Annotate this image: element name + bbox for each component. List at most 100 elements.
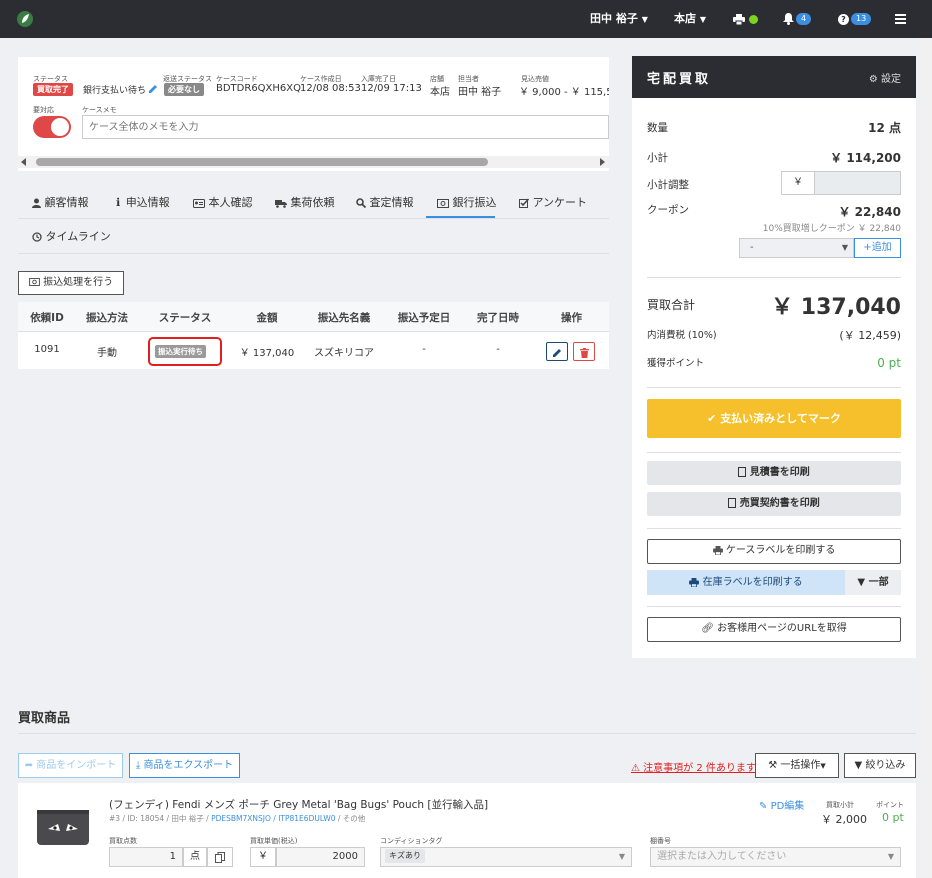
tab-application[interactable]: ℹ 申込情報 — [116, 188, 170, 218]
tab-customer[interactable]: 顧客情報 — [32, 188, 89, 218]
tax-label: 内消費税 (10%) — [647, 330, 717, 341]
bulk-actions-button[interactable]: ⚒ 一括操作▼ — [755, 753, 839, 778]
filter-icon: ▼ — [854, 760, 863, 771]
edit-button[interactable] — [546, 342, 568, 361]
notifications-button[interactable]: 4 — [783, 0, 812, 38]
help-button[interactable]: ? 13 — [838, 0, 872, 38]
coupon-note: 10%買取増しクーポン ￥ 22,840 — [762, 224, 901, 234]
price-yen-addon: ￥ — [250, 847, 276, 867]
price-input[interactable]: 2000 — [276, 847, 365, 867]
memo-label: ケースメモ — [82, 106, 117, 114]
item-subtotal: ￥ 2,000 — [821, 813, 867, 826]
info-icon: ℹ — [116, 196, 121, 209]
tab-timeline[interactable]: タイムライン — [32, 222, 111, 252]
row-completed-at: - — [496, 344, 500, 355]
printer-online-dot — [748, 14, 758, 24]
created-date: 12/08 08:53 — [300, 83, 361, 94]
qty-unit: 点 — [183, 847, 207, 867]
transfer-process-button[interactable]: 振込処理を行う — [18, 271, 124, 295]
staff-value: 田中 裕子 — [458, 87, 502, 98]
partial-filter-button[interactable]: ▼ 一部 — [845, 570, 901, 595]
tab-identity[interactable]: 本人確認 — [193, 188, 253, 218]
coupon-add-button[interactable]: +追加 — [854, 238, 901, 258]
hamburger-menu-icon[interactable] — [895, 0, 906, 38]
tab-survey[interactable]: アンケート — [519, 188, 587, 218]
points-value: 0 pt — [877, 356, 901, 370]
products-section-title: 買取商品 — [18, 711, 71, 726]
scroll-left-icon[interactable] — [21, 158, 26, 166]
item-points: 0 pt — [882, 811, 904, 824]
attention-toggle[interactable] — [33, 116, 71, 138]
copy-button[interactable] — [207, 847, 233, 867]
print-stock-label-button[interactable]: 在庫ラベルを印刷する — [647, 570, 845, 595]
mark-paid-button[interactable]: ✔ 支払い済みとしてマーク — [647, 399, 901, 438]
bell-icon — [783, 13, 794, 25]
get-customer-url-button[interactable]: 🔗︎ お客様用ページのURLを取得 — [647, 617, 901, 642]
case-code: BDTDR6QXH6XQ — [216, 83, 302, 94]
tab-bank-transfer[interactable]: 銀行振込 — [426, 188, 497, 218]
filter-button[interactable]: ▼ 絞り込み — [844, 753, 916, 778]
product-card: (フェンディ) Fendi メンズ ポーチ Grey Metal 'Bag Bu… — [18, 783, 916, 878]
shelf-label: 棚番号 — [650, 837, 671, 845]
transfer-table: 依頼ID 振込方法 ステータス 金額 振込先名義 振込予定日 完了日時 操作 1… — [18, 302, 609, 369]
shelf-select[interactable]: 選択または入力してください ▼ — [650, 847, 901, 867]
points-label: 獲得ポイント — [647, 358, 705, 369]
check-square-icon — [519, 198, 530, 208]
scrollbar-thumb[interactable] — [36, 158, 488, 166]
store-name: 本店 — [674, 12, 696, 25]
total-label: 買取合計 — [647, 298, 696, 312]
count-label: 数量 — [647, 122, 668, 134]
app-logo-icon[interactable] — [16, 10, 34, 28]
adjust-label: 小計調整 — [647, 179, 689, 191]
chevron-down-icon: ▼ — [699, 15, 706, 24]
print-estimate-button[interactable]: 見積書を印刷 — [647, 461, 901, 485]
store-menu[interactable]: 本店 ▼ — [674, 0, 706, 38]
chevron-down-icon: ▼ — [820, 762, 826, 770]
copy-icon — [215, 852, 225, 863]
price-label: 買取単価(税込) — [250, 837, 298, 845]
item-subtotal-label: 買取小計 — [826, 801, 854, 809]
user-name: 田中 裕子 — [590, 12, 638, 25]
settings-button[interactable]: ⚙ 設定 — [869, 70, 901, 85]
horizontal-scrollbar[interactable] — [18, 156, 609, 168]
memo-input[interactable] — [82, 115, 609, 139]
adjust-input[interactable] — [815, 172, 900, 194]
import-products-button[interactable]: ➦ 商品をインポート — [18, 753, 123, 778]
warnings-link[interactable]: ⚠ 注意事項が 2 件あります — [631, 759, 756, 774]
share-icon: ➦ — [24, 760, 34, 771]
tab-pickup[interactable]: 集荷依頼 — [275, 188, 335, 218]
gear-icon: ⚙ — [868, 74, 878, 85]
print-contract-button[interactable]: 売買契約書を印刷 — [647, 492, 901, 516]
product-meta: #3 / ID: 18054 / 田中 裕子 / PDESBM7XNSJO / … — [109, 814, 366, 823]
delete-button[interactable] — [573, 342, 595, 361]
condition-select[interactable]: キズあり ▼ — [380, 847, 632, 867]
scroll-right-icon[interactable] — [600, 158, 605, 166]
pencil-icon — [553, 349, 561, 357]
export-products-button[interactable]: ⤓ 商品をエクスポート — [129, 753, 240, 778]
product-codes-link[interactable]: PDESBM7XNSJO / ITP81E6DULW0 — [211, 814, 335, 823]
count-value: 12 点 — [868, 121, 901, 135]
qty-label: 買取点数 — [109, 837, 137, 845]
pd-edit-link[interactable]: ✎ PD編集 — [759, 797, 804, 812]
question-circle-icon: ? — [838, 13, 849, 25]
product-title[interactable]: (フェンディ) Fendi メンズ ポーチ Grey Metal 'Bag Bu… — [109, 797, 488, 812]
summary-header: 宅配買取 ⚙ 設定 — [632, 56, 916, 98]
print-case-label-button[interactable]: ケースラベルを印刷する — [647, 539, 901, 564]
header-completed-at: 完了日時 — [477, 312, 519, 324]
pencil-icon[interactable] — [148, 84, 158, 94]
printer-status[interactable] — [733, 0, 758, 38]
qty-input[interactable]: 1 — [109, 847, 183, 867]
money-icon — [437, 198, 449, 208]
store-value: 本店 — [430, 87, 450, 98]
coupon-select[interactable]: - ▼ — [739, 238, 854, 258]
received-date: 12/09 17:13 — [361, 83, 422, 94]
condition-tag[interactable]: キズあり — [385, 849, 425, 863]
user-menu[interactable]: 田中 裕子 ▼ — [590, 0, 648, 38]
header-request-id: 依頼ID — [30, 312, 64, 324]
page-scrollbar[interactable] — [920, 38, 932, 878]
row-account-name: スズキリコア — [314, 348, 374, 359]
case-tabs: 顧客情報 ℹ 申込情報 本人確認 集荷依頼 査定情報 銀行振込 アンケート タイ… — [18, 186, 609, 254]
warning-icon: ⚠ — [631, 763, 640, 774]
tab-appraisal[interactable]: 査定情報 — [356, 188, 414, 218]
product-image[interactable] — [36, 807, 90, 847]
